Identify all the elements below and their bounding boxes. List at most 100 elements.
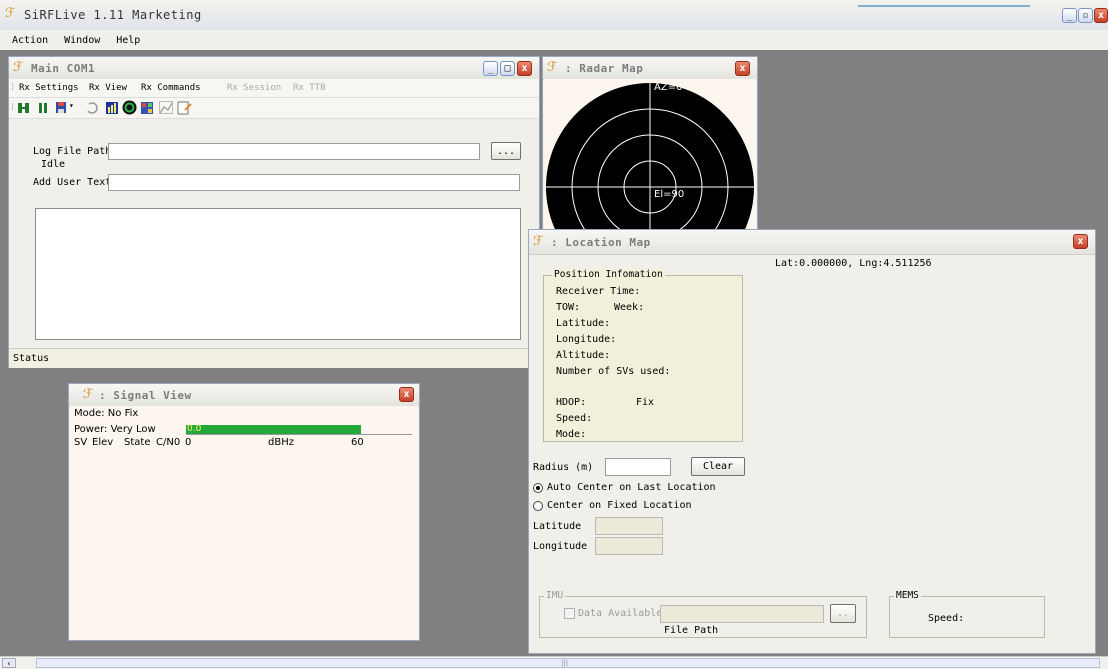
signal-view-icon[interactable]	[105, 101, 119, 115]
location-close-button[interactable]: x	[1073, 234, 1088, 249]
log-file-browse-button[interactable]: ...	[491, 142, 521, 160]
chart-icon[interactable]	[159, 101, 173, 114]
sirf-logo-icon: ℱ	[5, 6, 16, 21]
save-dropdown-icon[interactable]: ▾	[69, 101, 74, 110]
position-info-group: Position Infomation Receiver Time: TOW: …	[543, 269, 743, 442]
auto-center-radio[interactable]: Auto Center on Last Location	[533, 482, 716, 493]
pause-icon[interactable]	[37, 102, 49, 114]
app-minimize-button[interactable]: _	[1062, 8, 1077, 23]
main-com-window: ℱ Main COM1 _ □ x ⁝ Rx Settings Rx View …	[8, 56, 540, 368]
status-bar: Status	[9, 348, 539, 368]
imu-group: IMU Data Available .. File Path	[539, 590, 867, 638]
menu-rx-ttb[interactable]: Rx TTB	[293, 83, 326, 93]
fixed-latitude-input[interactable]	[595, 517, 663, 535]
location-titlebar: ℱ : Location Map x	[529, 230, 1095, 255]
latitude-label: Latitude:	[556, 318, 611, 329]
radio-checked-icon[interactable]	[533, 482, 543, 493]
location-title: : Location Map	[551, 236, 651, 249]
mems-speed-label: Speed:	[928, 613, 965, 624]
power-bar: 0.0	[186, 424, 361, 434]
fixed-longitude-input[interactable]	[595, 537, 663, 555]
location-map-window: ℱ : Location Map x Lat:0.000000, Lng:4.5…	[528, 229, 1096, 654]
main-com-toolbar: ⁝ ▾	[9, 98, 539, 119]
log-text-area[interactable]	[35, 208, 521, 340]
scale-max: 60	[351, 437, 364, 448]
message-view-icon[interactable]	[177, 100, 192, 115]
menu-help[interactable]: Help	[110, 35, 146, 46]
clear-button[interactable]: Clear	[691, 457, 745, 476]
fixed-center-radio[interactable]: Center on Fixed Location	[533, 500, 692, 511]
main-com-close-button[interactable]: x	[517, 61, 532, 76]
col-elev: Elev	[92, 437, 114, 448]
main-com-title: Main COM1	[31, 62, 96, 75]
speed-label: Speed:	[556, 413, 593, 424]
radar-el-label: El=90	[654, 189, 685, 200]
radar-az-label: AZ=0	[654, 82, 683, 93]
radar-close-button[interactable]: x	[735, 61, 750, 76]
signal-close-button[interactable]: x	[399, 387, 414, 402]
menu-rx-settings[interactable]: Rx Settings	[19, 83, 79, 93]
fixed-longitude-label: Longitude	[533, 541, 588, 552]
main-com-maximize-button[interactable]: □	[500, 61, 515, 76]
log-file-path-label: Log File Path:	[33, 146, 118, 157]
num-svs-label: Number of SVs used:	[556, 366, 671, 377]
app-close-button[interactable]: x	[1094, 8, 1108, 23]
mems-legend: MEMS	[894, 590, 921, 601]
signal-panel: Mode: No Fix Power: Very Low 0.0 SV Elev…	[70, 406, 418, 640]
signal-power-text: Power: Very Low	[74, 424, 156, 435]
status-label: Status	[13, 353, 50, 364]
radar-titlebar: ℱ : Radar Map x	[543, 57, 757, 80]
hdop-label: HDOP:	[556, 397, 587, 408]
radius-input[interactable]	[605, 458, 671, 476]
app-menu-bar: Action Window Help	[0, 30, 1108, 50]
tow-label: TOW:	[556, 302, 581, 313]
radio-unchecked-icon[interactable]	[533, 500, 543, 511]
imu-browse-button[interactable]: ..	[830, 604, 856, 623]
horizontal-scrollbar[interactable]: ‹ |||	[0, 656, 1108, 669]
position-info-legend: Position Infomation	[552, 269, 665, 280]
sirf-logo-icon: ℱ	[13, 60, 24, 75]
imu-legend: IMU	[544, 590, 566, 601]
radar-canvas: AZ=0 El=90	[544, 79, 756, 235]
file-path-label: File Path	[664, 625, 719, 636]
scroll-thumb[interactable]: |||	[36, 658, 1100, 668]
signal-view-window: ℱ : Signal View x Mode: No Fix Power: Ve…	[68, 383, 420, 641]
sirf-logo-icon: ℱ	[547, 60, 558, 75]
col-sv: SV	[74, 437, 88, 448]
scroll-left-button[interactable]: ‹	[2, 658, 16, 668]
data-available-checkbox[interactable]	[564, 608, 575, 619]
reset-icon[interactable]	[85, 101, 99, 115]
signal-titlebar: ℱ : Signal View x	[69, 384, 419, 407]
app-title: SiRFLive 1.11 Marketing	[24, 8, 202, 22]
log-file-path-input[interactable]	[108, 143, 480, 160]
altitude-label: Altitude:	[556, 350, 611, 361]
radar-title: : Radar Map	[565, 62, 644, 75]
radar-map-window: ℱ : Radar Map x AZ=0 El=90	[542, 56, 758, 236]
receiver-time-label: Receiver Time:	[556, 286, 641, 297]
menu-rx-session[interactable]: Rx Session	[227, 83, 281, 93]
col-cn0: C/N0	[156, 437, 181, 448]
radar-view-icon[interactable]	[122, 100, 137, 115]
main-com-minimize-button[interactable]: _	[483, 61, 498, 76]
menu-action[interactable]: Action	[12, 35, 54, 46]
data-available-label: Data Available	[578, 608, 663, 619]
sirf-logo-icon: ℱ	[533, 234, 544, 249]
save-icon[interactable]	[55, 101, 67, 114]
mode-label: Mode:	[556, 429, 587, 440]
add-user-text-input[interactable]	[108, 174, 520, 191]
scroll-grip: |||	[561, 659, 569, 667]
main-com-menu-bar: ⁝ Rx Settings Rx View Rx Commands Rx Ses…	[9, 79, 539, 98]
location-view-icon[interactable]	[140, 101, 154, 115]
scale-line	[186, 434, 412, 435]
longitude-label: Longitude:	[556, 334, 617, 345]
imu-file-path-input[interactable]	[660, 605, 824, 623]
menu-rx-view[interactable]: Rx View	[89, 83, 127, 93]
menu-window[interactable]: Window	[58, 35, 106, 46]
menu-rx-commands[interactable]: Rx Commands	[141, 83, 201, 93]
auto-center-label: Auto Center on Last Location	[547, 482, 716, 493]
connect-icon[interactable]	[17, 102, 31, 114]
week-label: Week:	[614, 302, 645, 313]
scale-min: 0	[185, 437, 192, 448]
fix-label: Fix	[636, 397, 655, 408]
app-restore-button[interactable]: ▫	[1078, 8, 1093, 23]
